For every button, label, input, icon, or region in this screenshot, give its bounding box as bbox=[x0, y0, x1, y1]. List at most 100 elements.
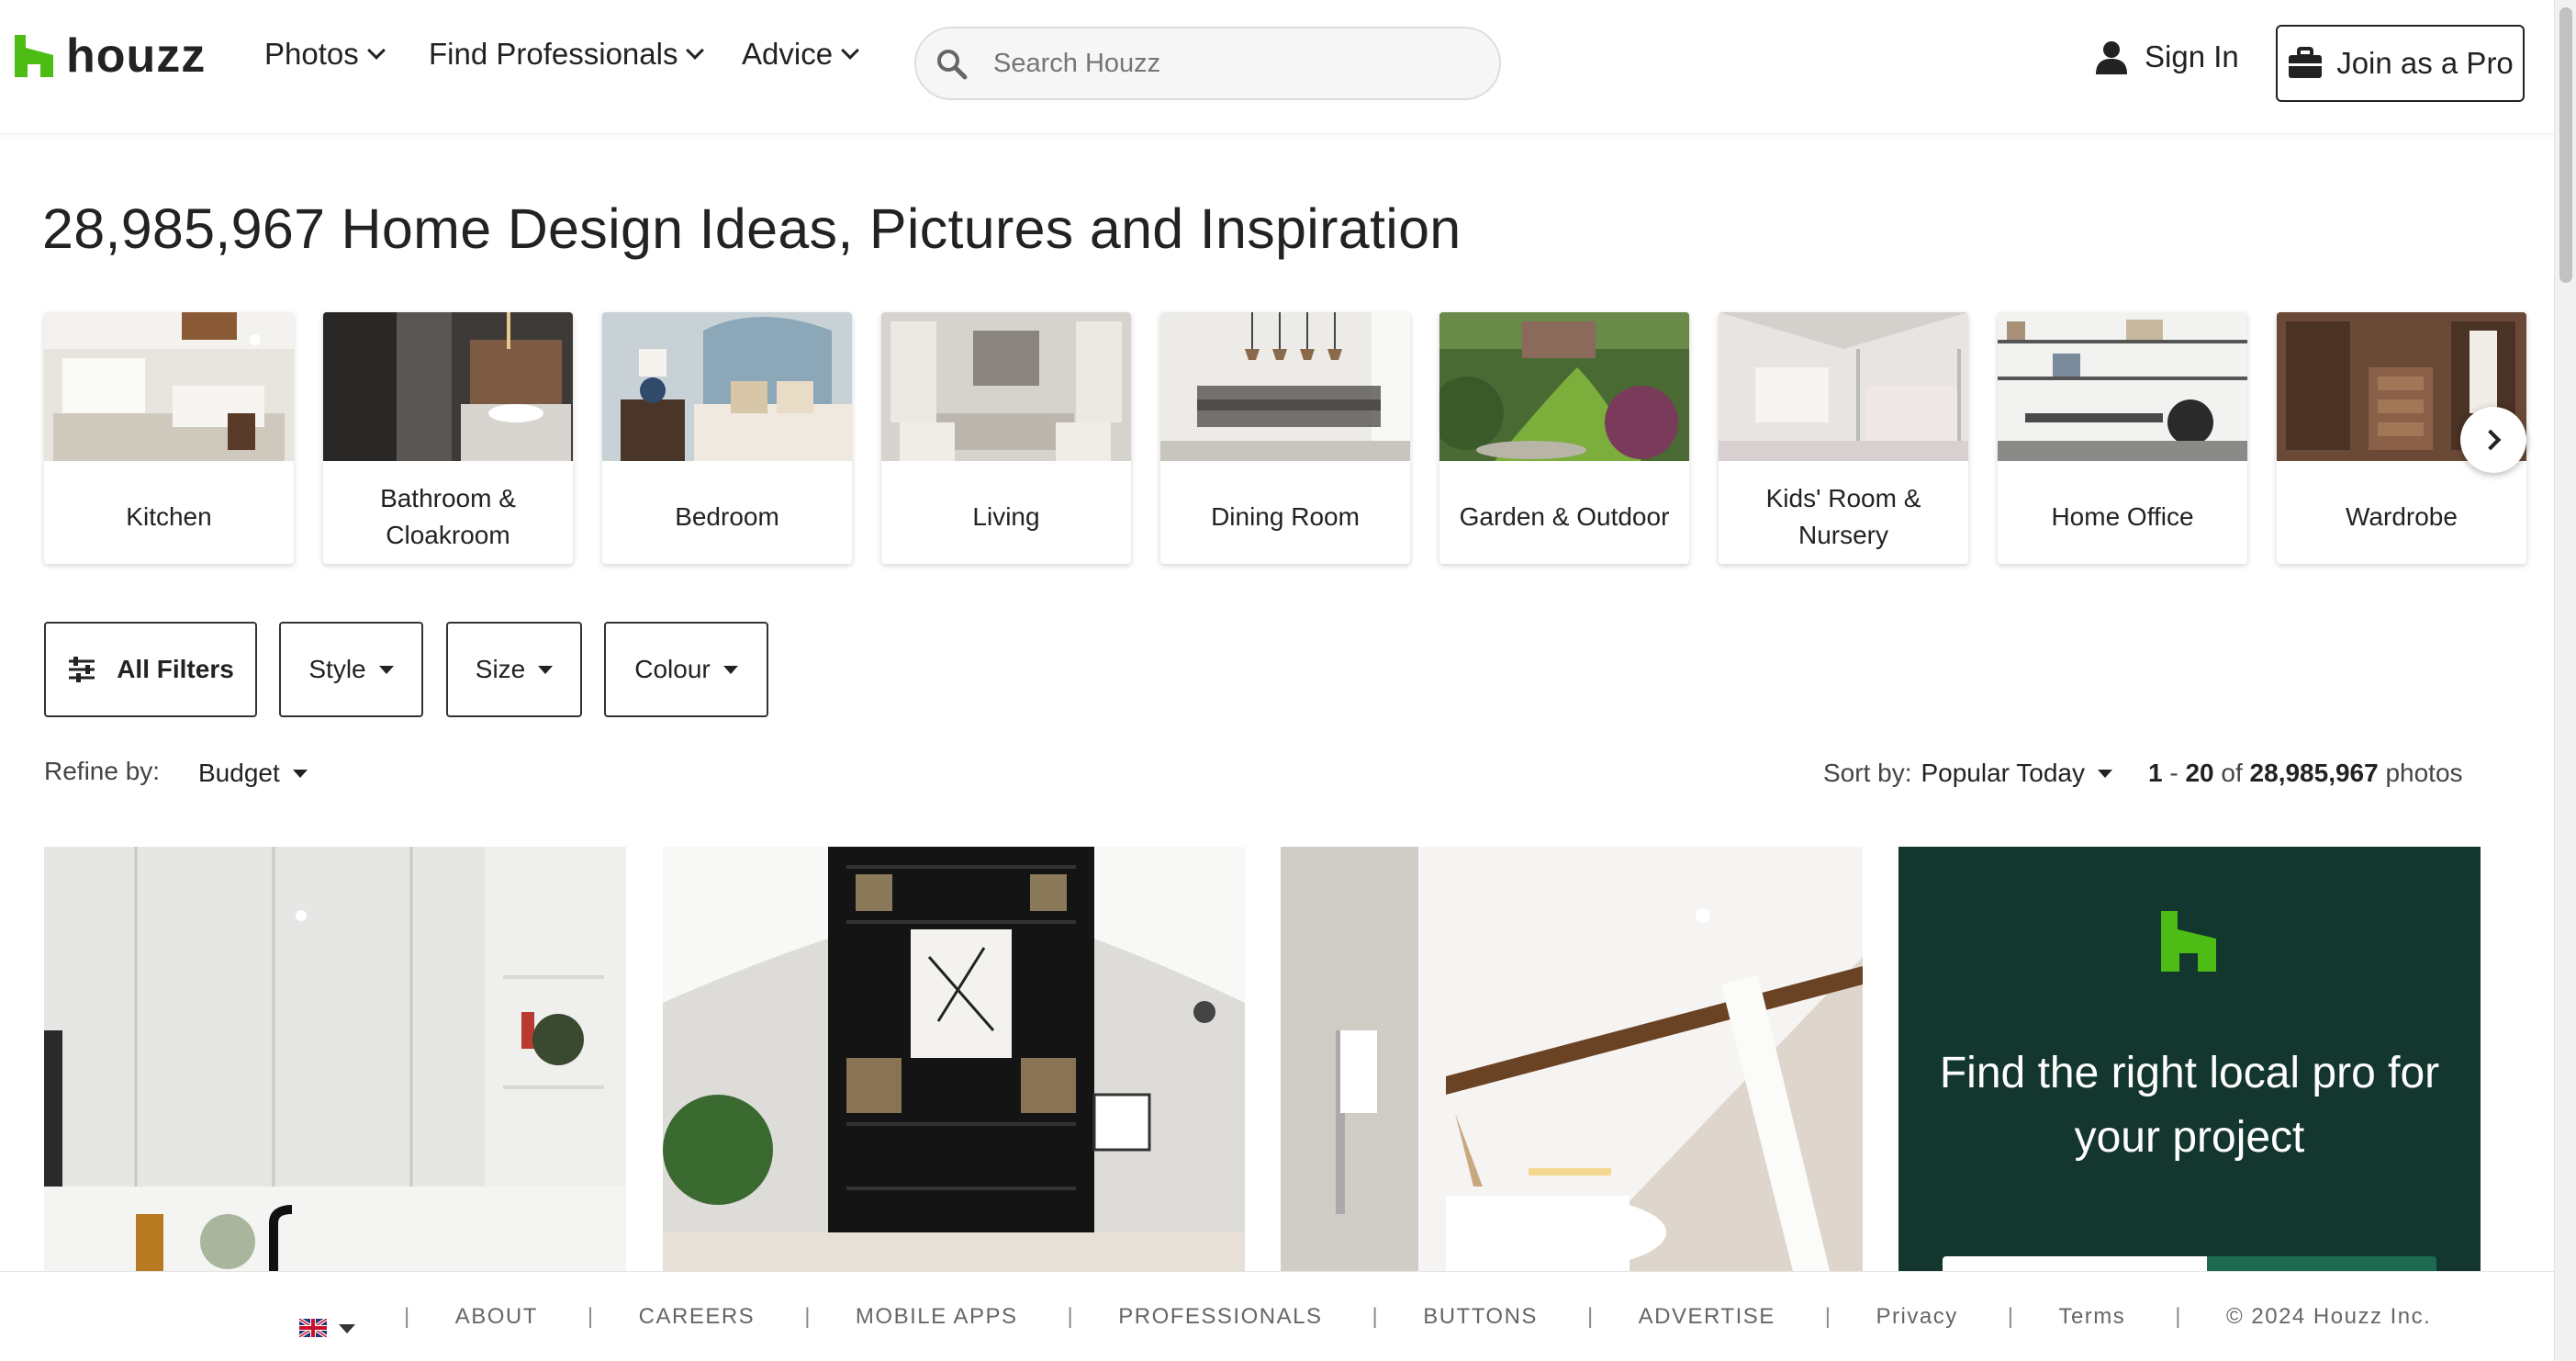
footer-links: | ABOUT | CAREERS | MOBILE APPS | PROFES… bbox=[0, 1272, 2554, 1361]
scrollbar-thumb[interactable] bbox=[2559, 7, 2572, 283]
category-home-office[interactable]: Home Office bbox=[1998, 312, 2247, 564]
chevron-down-icon bbox=[841, 41, 859, 60]
category-garden-outdoor[interactable]: Garden & Outdoor bbox=[1439, 312, 1689, 564]
category-bedroom[interactable]: Bedroom bbox=[602, 312, 852, 564]
results-count: 1 - 20 of 28,985,967 photos bbox=[2148, 759, 2463, 788]
search-bar[interactable] bbox=[914, 27, 1501, 100]
top-header: houzz Photos Find Professionals Advice S… bbox=[0, 0, 2554, 134]
footer-link-terms[interactable]: Terms bbox=[2058, 1304, 2125, 1330]
garden-thumbnail bbox=[1439, 312, 1689, 461]
caret-down-icon bbox=[292, 769, 308, 778]
nav-advice[interactable]: Advice bbox=[742, 37, 859, 72]
photo-card-bathroom-tub[interactable] bbox=[1281, 847, 1863, 1278]
count-total: 28,985,967 bbox=[2249, 759, 2379, 787]
nav-photos[interactable]: Photos bbox=[264, 37, 386, 72]
sort-dropdown[interactable]: Sort by: Popular Today bbox=[1823, 759, 2112, 788]
category-label: Wardrobe bbox=[2346, 502, 2458, 531]
nav-find-professionals-label: Find Professionals bbox=[429, 37, 678, 71]
separator: | bbox=[2007, 1304, 2015, 1329]
footer-link-advertise[interactable]: ADVERTISE bbox=[1639, 1304, 1775, 1330]
houzz-logo-icon bbox=[2161, 911, 2216, 972]
uk-flag-icon[interactable] bbox=[299, 1319, 327, 1337]
footer-link-professionals[interactable]: PROFESSIONALS bbox=[1118, 1304, 1322, 1330]
houzz-logo-icon bbox=[15, 35, 53, 77]
separator: | bbox=[2175, 1304, 2183, 1329]
bathroom-thumbnail bbox=[323, 312, 573, 461]
budget-label: Budget bbox=[198, 759, 280, 787]
user-icon bbox=[2096, 41, 2127, 74]
home-office-thumbnail bbox=[1998, 312, 2247, 461]
caret-down-icon bbox=[722, 665, 738, 674]
size-filter-label: Size bbox=[475, 655, 526, 683]
kitchen-thumbnail bbox=[44, 312, 294, 461]
language-caret-icon[interactable] bbox=[339, 1324, 355, 1333]
footer: | ABOUT | CAREERS | MOBILE APPS | PROFES… bbox=[0, 1271, 2554, 1361]
colour-filter-label: Colour bbox=[634, 655, 711, 683]
category-living[interactable]: Living bbox=[881, 312, 1131, 564]
nav-advice-label: Advice bbox=[742, 37, 834, 71]
search-icon bbox=[937, 50, 968, 80]
photo-card-living-shelving[interactable] bbox=[663, 847, 1245, 1278]
photo-card-bathroom-marble[interactable] bbox=[44, 847, 626, 1278]
separator: | bbox=[1372, 1304, 1380, 1329]
chevron-right-icon bbox=[2480, 429, 2502, 451]
separator: | bbox=[1824, 1304, 1832, 1329]
nav-find-professionals[interactable]: Find Professionals bbox=[429, 37, 705, 72]
briefcase-icon bbox=[2289, 47, 2323, 78]
houzz-logo[interactable]: houzz bbox=[13, 29, 206, 83]
count-unit: photos bbox=[2385, 759, 2463, 787]
all-filters-label: All Filters bbox=[117, 655, 234, 683]
category-label: Home Office bbox=[2051, 502, 2194, 531]
chevron-down-icon bbox=[366, 41, 386, 60]
separator: | bbox=[404, 1304, 411, 1329]
categories-next-button[interactable] bbox=[2460, 407, 2526, 473]
caret-down-icon bbox=[378, 665, 394, 674]
all-filters-button[interactable]: All Filters bbox=[44, 622, 257, 717]
sign-in-link[interactable]: Sign In bbox=[2093, 39, 2239, 75]
find-pro-promo: Find the right local pro for your projec… bbox=[1898, 847, 2481, 1293]
join-as-pro-label: Join as a Pro bbox=[2336, 46, 2514, 80]
chevron-down-icon bbox=[686, 41, 705, 60]
caret-down-icon bbox=[2097, 769, 2112, 778]
join-as-pro-button[interactable]: Join as a Pro bbox=[2276, 25, 2525, 102]
category-bathroom-cloakroom[interactable]: Bathroom & Cloakroom bbox=[323, 312, 573, 564]
category-label: Kids' Room & Nursery bbox=[1765, 484, 1921, 549]
nav-photos-label: Photos bbox=[264, 37, 359, 71]
category-label: Living bbox=[972, 502, 1040, 531]
colour-filter[interactable]: Colour bbox=[604, 622, 768, 717]
style-filter[interactable]: Style bbox=[279, 622, 423, 717]
search-input[interactable] bbox=[993, 48, 1471, 79]
count-dash: - bbox=[2169, 759, 2178, 787]
category-dining-room[interactable]: Dining Room bbox=[1160, 312, 1410, 564]
count-of: of bbox=[2221, 759, 2243, 787]
page-scrollbar[interactable] bbox=[2554, 0, 2576, 1361]
kids-room-thumbnail bbox=[1719, 312, 1968, 461]
category-kitchen[interactable]: Kitchen bbox=[44, 312, 294, 564]
sign-in-label: Sign In bbox=[2145, 39, 2239, 73]
bedroom-thumbnail bbox=[602, 312, 852, 461]
separator: | bbox=[804, 1304, 812, 1329]
category-label: Bathroom & Cloakroom bbox=[380, 484, 516, 549]
size-filter[interactable]: Size bbox=[446, 622, 582, 717]
footer-link-about[interactable]: ABOUT bbox=[455, 1304, 538, 1330]
footer-link-mobile-apps[interactable]: MOBILE APPS bbox=[856, 1304, 1018, 1330]
sort-label: Sort by: bbox=[1823, 759, 1912, 787]
page-title: 28,985,967 Home Design Ideas, Pictures a… bbox=[42, 197, 1462, 260]
footer-link-privacy[interactable]: Privacy bbox=[1876, 1304, 1958, 1330]
footer-link-buttons[interactable]: BUTTONS bbox=[1423, 1304, 1538, 1330]
category-label: Kitchen bbox=[126, 502, 212, 531]
category-kids-room-nursery[interactable]: Kids' Room & Nursery bbox=[1719, 312, 1968, 564]
promo-text: Find the right local pro for your projec… bbox=[1939, 1049, 2440, 1162]
photo-image bbox=[44, 847, 626, 1278]
refine-label: Refine by: bbox=[44, 757, 161, 785]
count-start: 1 bbox=[2148, 759, 2163, 787]
footer-copyright: © 2024 Houzz Inc. bbox=[2226, 1304, 2432, 1329]
sort-value: Popular Today bbox=[1921, 759, 2085, 787]
footer-link-careers[interactable]: CAREERS bbox=[639, 1304, 756, 1330]
separator: | bbox=[1067, 1304, 1075, 1329]
photo-image bbox=[1281, 847, 1863, 1278]
budget-dropdown[interactable]: Budget bbox=[198, 759, 308, 788]
separator: | bbox=[1586, 1304, 1595, 1329]
category-label: Garden & Outdoor bbox=[1459, 502, 1670, 531]
category-label: Bedroom bbox=[675, 502, 779, 531]
